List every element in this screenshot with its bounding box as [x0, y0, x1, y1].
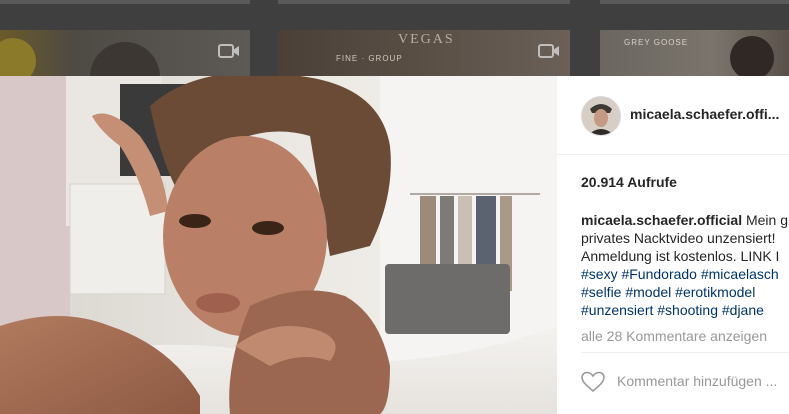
grid-thumbnail[interactable]: GREY GOOSE [600, 30, 789, 76]
header-username-link[interactable]: micaela.schaefer.offi... [630, 106, 780, 122]
hashtag-line[interactable]: #selfie #model #erotikmodel [581, 283, 789, 301]
thumbnail-brand-text: GREY GOOSE [624, 38, 689, 47]
grid-thumbnail[interactable] [278, 0, 570, 4]
comment-input[interactable] [617, 373, 789, 389]
post-sidebar: micaela.schaefer.offi... 20.914 Aufrufe … [557, 76, 789, 414]
post-header: micaela.schaefer.offi... [557, 76, 789, 155]
hashtag-line[interactable]: #sexy #Fundorado #micaelasch [581, 265, 789, 283]
caption-line: privates Nacktvideo unzensiert! [581, 230, 776, 246]
view-all-comments-link[interactable]: alle 28 Kommentare anzeigen [581, 328, 767, 344]
grid-thumbnail[interactable] [600, 0, 789, 4]
hashtag-line[interactable]: #unzensiert #shooting #djane [581, 301, 789, 319]
video-camera-icon [538, 44, 559, 58]
heart-icon[interactable] [581, 371, 605, 393]
caption-username-link[interactable]: micaela.schaefer.official [581, 212, 742, 228]
thumbnail-brand-text: FINE · GROUP [336, 54, 403, 63]
caption-text: Mein g [745, 212, 789, 228]
video-camera-icon [218, 44, 239, 58]
grid-thumbnail[interactable] [0, 30, 250, 76]
view-count: 20.914 Aufrufe [581, 174, 677, 190]
thumbnail-brand-text: VEGAS [398, 32, 455, 47]
post-video[interactable] [0, 76, 557, 414]
grid-thumbnail[interactable] [0, 0, 250, 4]
post-caption: micaela.schaefer.official Mein g private… [581, 211, 789, 319]
comment-bar [581, 352, 789, 413]
grid-thumbnail[interactable]: FINE · GROUP VEGAS [278, 30, 570, 76]
avatar[interactable] [581, 96, 621, 136]
caption-line: micaela.schaefer.official Mein g [581, 211, 789, 229]
video-frame [0, 76, 557, 414]
post-modal: micaela.schaefer.offi... 20.914 Aufrufe … [0, 76, 789, 414]
caption-line: Anmeldung ist kostenlos. LINK I [581, 248, 780, 264]
